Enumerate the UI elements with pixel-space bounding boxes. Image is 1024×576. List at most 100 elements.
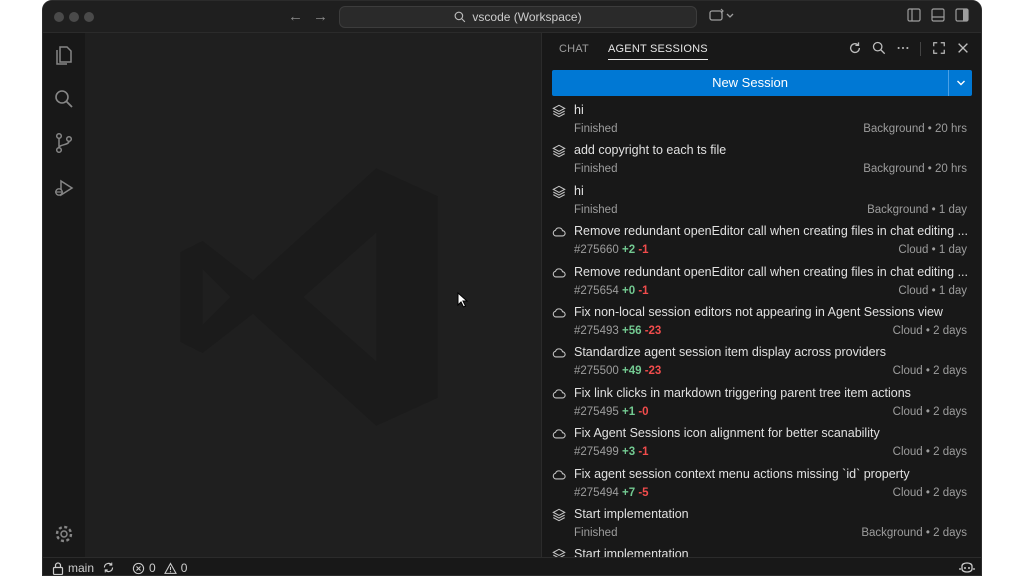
more-actions-icon[interactable] bbox=[896, 41, 910, 60]
session-pr-line: #275493 +56 -23 bbox=[574, 325, 661, 337]
copilot-menu-icon[interactable] bbox=[709, 8, 735, 29]
session-title: Fix non-local session editors not appear… bbox=[574, 304, 943, 319]
session-title: Start implementation bbox=[574, 547, 689, 557]
agent-sessions-list: hi Finished Background • 20 hrs add copyrig… bbox=[542, 101, 981, 557]
branch-indicator[interactable]: main bbox=[52, 561, 94, 575]
lines-added: +1 bbox=[621, 405, 636, 418]
branch-name: main bbox=[68, 561, 95, 575]
warning-icon bbox=[163, 561, 177, 574]
lines-removed: -0 bbox=[638, 405, 649, 418]
session-item[interactable]: Fix agent session context menu actions m… bbox=[542, 465, 981, 505]
session-meta: Cloud • 2 days bbox=[892, 486, 967, 499]
session-meta: Cloud • 1 day bbox=[898, 284, 967, 297]
new-session-dropdown-button[interactable] bbox=[949, 70, 972, 96]
session-pr-line: #275494 +7 -5 bbox=[574, 487, 649, 499]
stack-icon bbox=[552, 185, 566, 199]
command-center-search[interactable]: vscode (Workspace) bbox=[339, 6, 697, 28]
pr-number: #275500 bbox=[574, 365, 619, 378]
session-status: Finished bbox=[574, 203, 618, 216]
cloud-icon bbox=[552, 225, 566, 239]
command-center-label: vscode (Workspace) bbox=[472, 10, 582, 24]
session-item[interactable]: Standardize agent session item display a… bbox=[542, 343, 981, 383]
toggle-primary-sidebar-icon[interactable] bbox=[907, 8, 921, 27]
session-title: Standardize agent session item display a… bbox=[574, 345, 886, 360]
status-bar: main 0 0 bbox=[43, 557, 981, 575]
session-title: hi bbox=[574, 183, 584, 198]
session-item[interactable]: Fix link clicks in markdown triggering p… bbox=[542, 384, 981, 424]
problems-indicator[interactable]: 0 0 bbox=[132, 561, 187, 575]
session-item[interactable]: Fix Agent Sessions icon alignment for be… bbox=[542, 424, 981, 464]
session-item[interactable]: hi Finished Background • 1 day bbox=[542, 182, 981, 222]
pr-number: #275660 bbox=[574, 244, 619, 257]
session-meta: Background • 1 day bbox=[867, 203, 967, 216]
minimize-window-button[interactable] bbox=[69, 12, 79, 22]
refresh-icon[interactable] bbox=[848, 41, 862, 60]
toggle-secondary-sidebar-icon[interactable] bbox=[955, 8, 969, 27]
session-meta: Background • 20 hrs bbox=[863, 163, 967, 176]
toggle-panel-icon[interactable] bbox=[931, 8, 945, 27]
lines-removed: -23 bbox=[644, 365, 662, 378]
explorer-files-icon[interactable] bbox=[52, 43, 76, 67]
session-item[interactable]: add copyright to each ts file Finished Bac… bbox=[542, 141, 981, 181]
new-session-button-group: New Session bbox=[552, 70, 972, 96]
forward-arrow-icon[interactable]: → bbox=[313, 8, 328, 25]
new-session-button[interactable]: New Session bbox=[552, 70, 949, 96]
lines-removed: -1 bbox=[638, 446, 649, 459]
session-meta: Background • 20 hrs bbox=[863, 123, 967, 135]
editor-empty-area[interactable] bbox=[85, 33, 541, 557]
session-item[interactable]: Remove redundant openEditor call when cr… bbox=[542, 222, 981, 262]
session-pr-line: #275495 +1 -0 bbox=[574, 406, 649, 418]
pr-number: #275499 bbox=[574, 446, 619, 459]
lines-added: +49 bbox=[621, 365, 642, 378]
session-status: Finished bbox=[574, 163, 618, 176]
lines-added: +56 bbox=[621, 324, 642, 337]
session-title: Fix Agent Sessions icon alignment for be… bbox=[574, 426, 880, 441]
cloud-icon bbox=[552, 468, 566, 482]
lines-added: +7 bbox=[621, 486, 636, 499]
session-meta: Cloud • 2 days bbox=[892, 446, 967, 459]
stack-icon bbox=[552, 144, 566, 158]
run-and-debug-icon[interactable] bbox=[52, 176, 76, 200]
maximize-window-button[interactable] bbox=[84, 12, 94, 22]
manage-gear-icon[interactable] bbox=[52, 522, 76, 546]
session-item[interactable]: Start implementation bbox=[542, 545, 981, 557]
session-meta: Background • 2 days bbox=[861, 526, 967, 539]
close-panel-icon[interactable] bbox=[956, 41, 970, 60]
pr-number: #275654 bbox=[574, 284, 619, 297]
session-item[interactable]: hi Finished Background • 20 hrs bbox=[542, 101, 981, 141]
error-icon bbox=[132, 562, 145, 574]
search-icon bbox=[454, 11, 466, 23]
lines-removed: -1 bbox=[638, 244, 649, 257]
session-title: hi bbox=[574, 103, 584, 117]
session-pr-line: #275499 +3 -1 bbox=[574, 446, 649, 458]
lock-icon bbox=[52, 561, 64, 575]
session-pr-line: #275654 +0 -1 bbox=[574, 285, 649, 297]
stack-icon bbox=[552, 104, 566, 118]
sync-icon[interactable] bbox=[102, 561, 115, 574]
search-icon[interactable] bbox=[52, 87, 76, 111]
session-title: Fix link clicks in markdown triggering p… bbox=[574, 385, 911, 400]
lines-removed: -1 bbox=[638, 284, 649, 297]
warning-count: 0 bbox=[180, 561, 188, 575]
copilot-status-icon[interactable] bbox=[959, 560, 975, 575]
cloud-icon bbox=[552, 427, 566, 441]
search-icon[interactable] bbox=[872, 41, 886, 60]
lines-added: +3 bbox=[621, 446, 636, 459]
close-window-button[interactable] bbox=[54, 12, 64, 22]
title-bar: ← → vscode (Workspace) bbox=[43, 1, 981, 33]
chevron-down-icon bbox=[956, 80, 965, 86]
stack-icon bbox=[552, 548, 566, 557]
session-meta: Cloud • 2 days bbox=[892, 365, 967, 378]
back-arrow-icon[interactable]: ← bbox=[288, 8, 303, 25]
session-item[interactable]: Fix non-local session editors not appear… bbox=[542, 303, 981, 343]
session-meta: Cloud • 2 days bbox=[892, 324, 967, 337]
source-control-icon[interactable] bbox=[52, 131, 76, 155]
cloud-icon bbox=[552, 266, 566, 280]
pr-number: #275494 bbox=[574, 486, 619, 499]
tab-chat[interactable]: CHAT bbox=[559, 43, 589, 55]
session-item[interactable]: Remove redundant openEditor call when cr… bbox=[542, 263, 981, 303]
session-item[interactable]: Start implementation Finished Background •… bbox=[542, 505, 981, 545]
maximize-panel-icon[interactable] bbox=[932, 41, 946, 60]
tab-agent-sessions[interactable]: AGENT SESSIONS bbox=[608, 43, 708, 60]
pr-number: #275495 bbox=[574, 405, 619, 418]
